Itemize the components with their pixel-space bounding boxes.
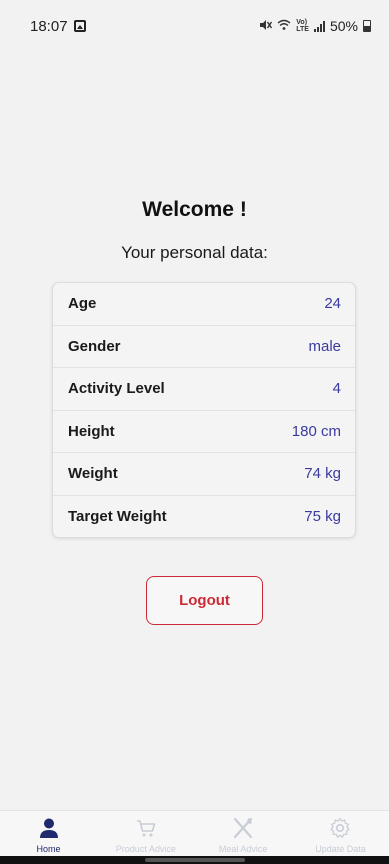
nav-item-meal-advice[interactable]: Meal Advice — [195, 811, 292, 856]
cart-icon — [133, 817, 159, 839]
nav-label-update-data: Update Data — [315, 844, 366, 854]
data-row-label: Height — [68, 422, 115, 440]
nav-item-product-advice[interactable]: Product Advice — [97, 811, 194, 856]
gear-icon — [327, 817, 353, 839]
data-row-height: Height 180 cm — [53, 411, 355, 453]
gallery-notification-icon — [73, 20, 86, 32]
nav-label-meal-advice: Meal Advice — [218, 844, 268, 854]
data-row-gender: Gender male — [53, 326, 355, 368]
data-row-label: Gender — [68, 337, 121, 355]
wifi-icon — [277, 19, 291, 34]
nav-label-home: Home — [36, 844, 61, 854]
data-row-label: Weight — [68, 465, 118, 483]
status-right: Vo) LTE 50% — [259, 18, 371, 34]
mute-icon — [259, 19, 273, 34]
data-row-weight: Weight 74 kg — [53, 453, 355, 496]
signal-icon — [313, 20, 325, 32]
nav-item-home[interactable]: Home — [0, 811, 97, 856]
data-row-value: 180 cm — [291, 422, 341, 440]
personal-data-card: Age 24 Gender male Activity Level 4 Height 180 … — [52, 282, 356, 538]
data-row-label: Age — [68, 295, 97, 313]
data-row-label: Target Weight — [68, 508, 167, 526]
status-left: 18:07 — [30, 18, 86, 35]
data-row-value: male — [308, 337, 341, 355]
volte-icon: Vo) LTE — [296, 19, 309, 33]
status-time: 18:07 — [30, 17, 68, 35]
data-row-value: 74 kg — [304, 465, 341, 483]
status-bar: 18:07 Vo) LTE 50% — [0, 0, 389, 52]
page-title: Welcome ! — [142, 198, 247, 221]
data-row-activity-level: Activity Level 4 — [53, 368, 355, 411]
battery-icon — [363, 20, 371, 32]
battery-percent: 50% — [329, 18, 358, 34]
data-row-target-weight: Target Weight 75 kg — [53, 496, 355, 538]
nav-label-product-advice: Product Advice — [115, 844, 176, 854]
data-row-age: Age 24 — [53, 283, 355, 326]
data-row-label: Activity Level — [68, 380, 165, 398]
person-icon — [36, 817, 62, 839]
bottom-navigation: Home Product Advice Meal Advice Update D… — [0, 810, 389, 856]
data-row-value: 24 — [324, 295, 341, 313]
page-subtitle: Your personal data: — [121, 243, 268, 262]
data-row-value: 4 — [332, 380, 341, 398]
logout-button[interactable]: Logout — [146, 576, 263, 625]
home-gesture-handle[interactable] — [145, 858, 245, 862]
utensils-icon — [230, 817, 256, 839]
data-row-value: 75 kg — [304, 508, 341, 526]
nav-item-update-data[interactable]: Update Data — [292, 811, 389, 856]
